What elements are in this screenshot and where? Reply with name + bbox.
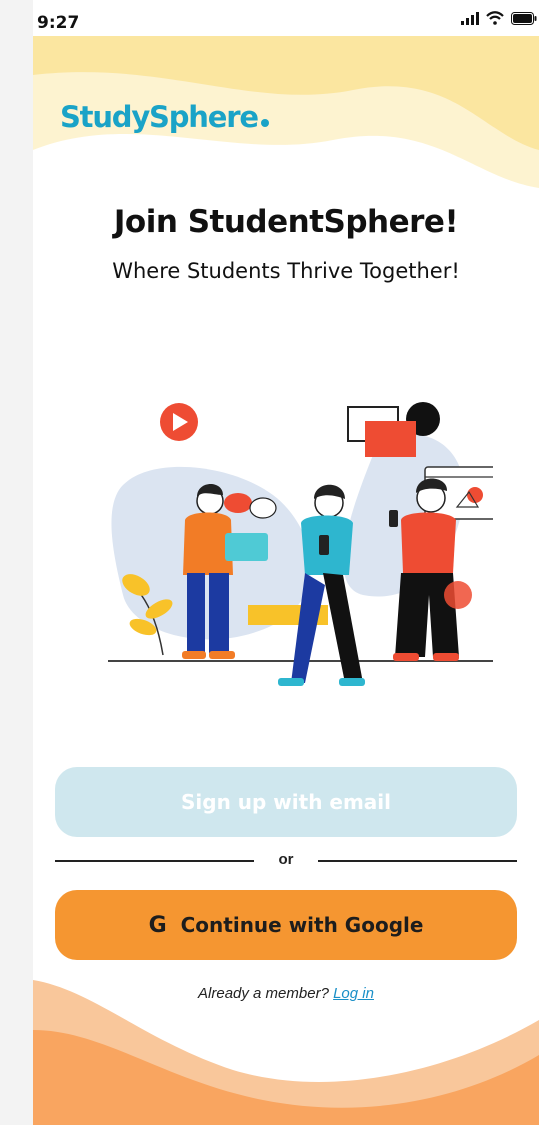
login-prompt: Already a member? Log in: [33, 985, 539, 1002]
brand-logo: StudySphere: [60, 100, 269, 134]
page-subtitle: Where Students Thrive Together!: [112, 259, 460, 283]
page-title: Join StudentSphere!: [113, 204, 459, 240]
continue-google-button[interactable]: G Continue with Google: [55, 890, 517, 960]
phone-screen: 9:27 StudySphere Join StudentSphere! Whe…: [33, 0, 539, 1125]
google-icon: G: [148, 912, 167, 938]
status-icons: [461, 11, 537, 25]
login-prompt-text: Already a member?: [198, 985, 329, 1002]
wifi-icon: [486, 11, 504, 25]
divider-line-right: [318, 860, 517, 862]
sign-up-email-button[interactable]: Sign up with email: [55, 767, 517, 837]
or-divider: or: [55, 850, 517, 870]
signup-content: StudySphere Join StudentSphere! Where St…: [33, 0, 539, 1125]
battery-icon: [511, 11, 537, 25]
status-bar: 9:27: [33, 0, 539, 36]
sign-up-email-label: Sign up with email: [181, 790, 391, 814]
status-time: 9:27: [37, 13, 80, 33]
signal-icon: [461, 11, 479, 25]
brand-logo-text: StudySphere: [60, 100, 259, 134]
continue-google-label: Continue with Google: [180, 913, 424, 937]
red-card: [365, 421, 416, 457]
logo-dot: [260, 119, 269, 127]
students-illustration: [108, 402, 493, 686]
login-link[interactable]: Log in: [333, 985, 374, 1002]
